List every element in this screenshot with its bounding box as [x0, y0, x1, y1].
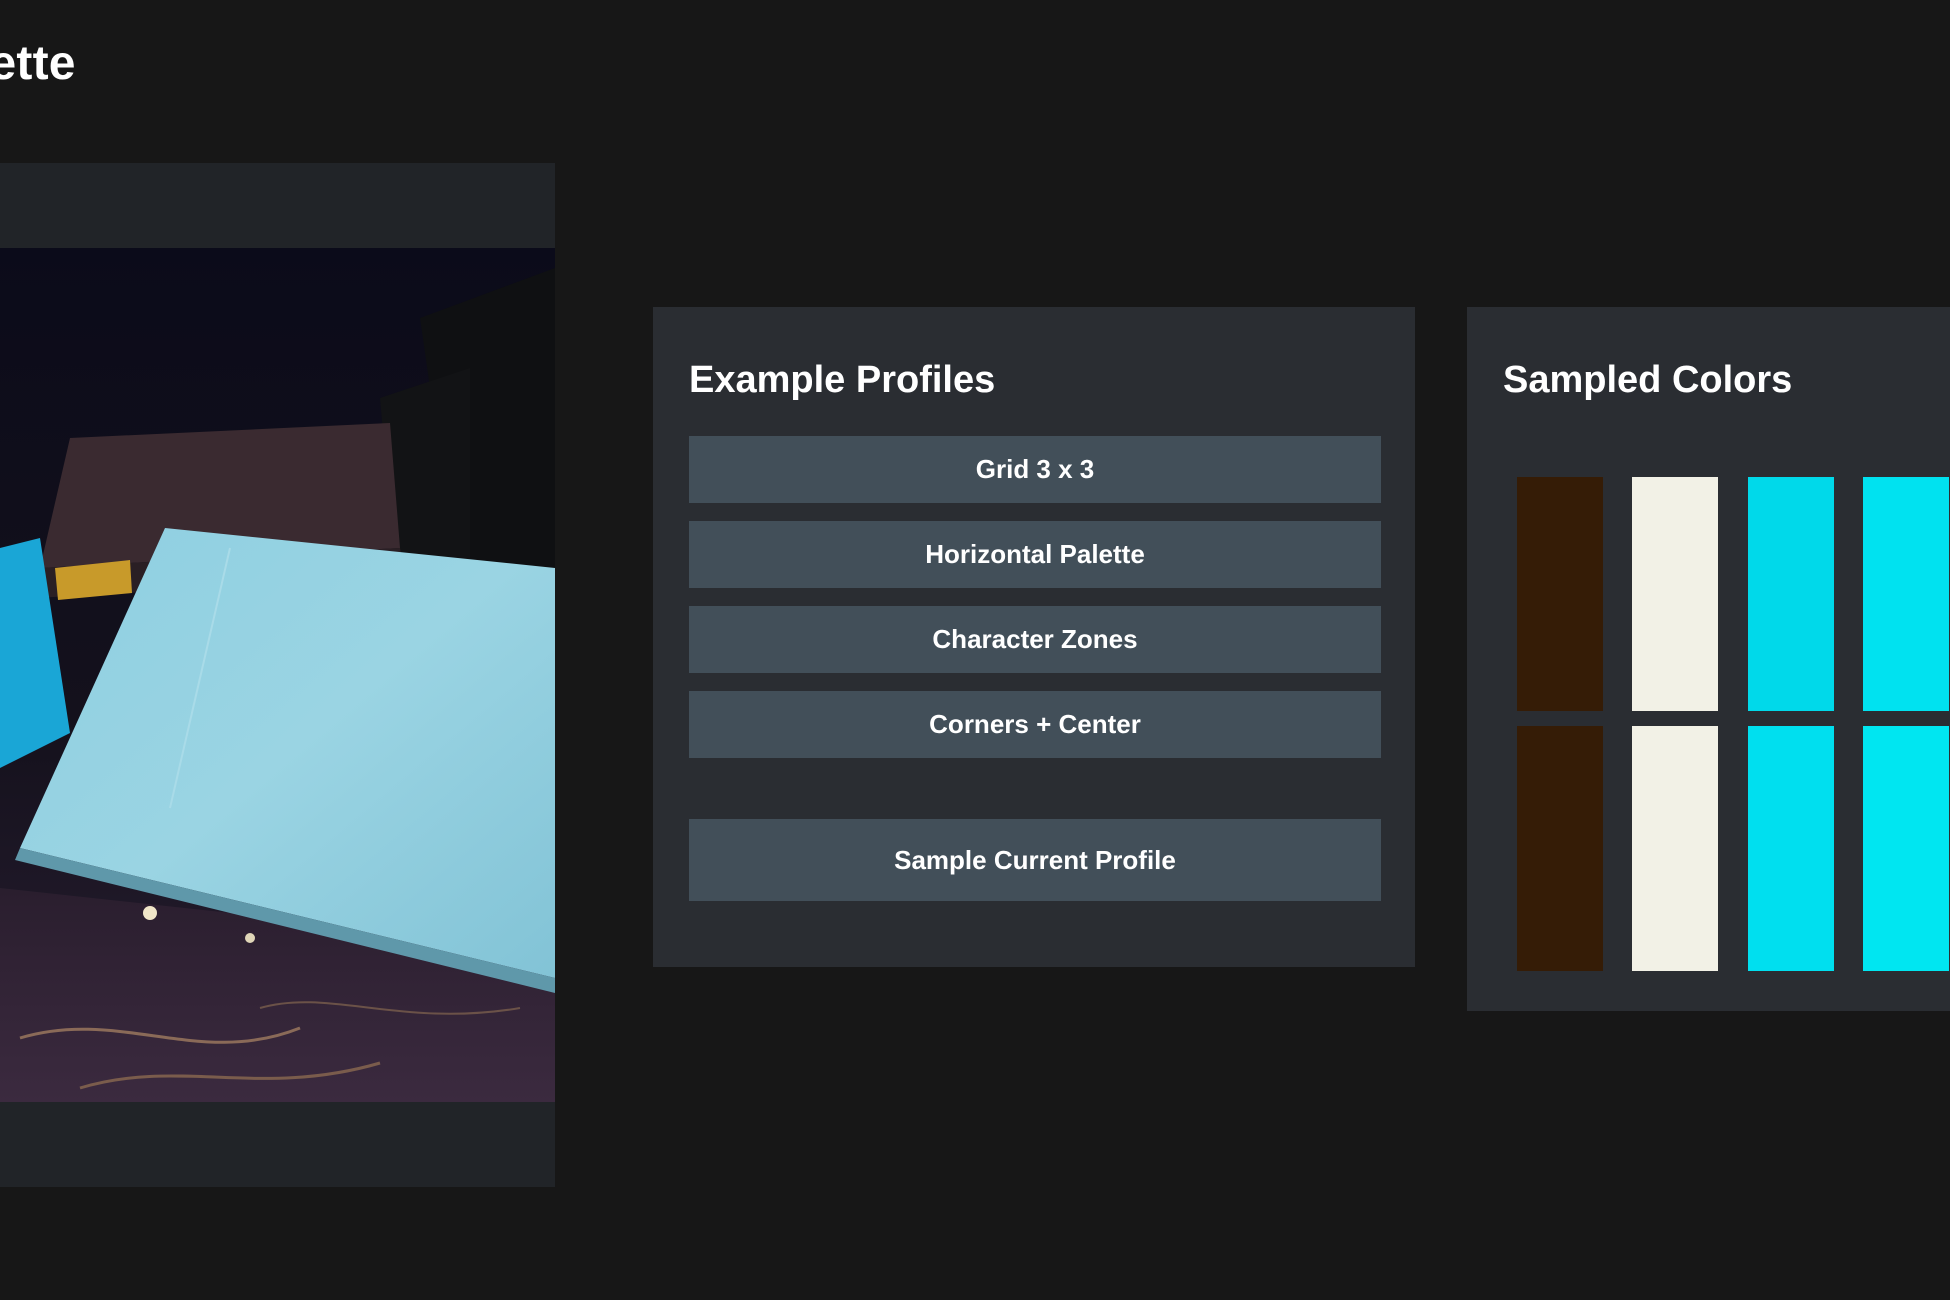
grid-3x3-button[interactable]: Grid 3 x 3 [689, 436, 1381, 503]
color-swatch [1748, 726, 1834, 971]
app-root: lette [0, 0, 1950, 1300]
color-swatch [1517, 726, 1603, 971]
example-profiles-panel: Example Profiles Grid 3 x 3 Horizontal P… [653, 307, 1415, 967]
sampled-colors-panel: Sampled Colors [1467, 307, 1950, 1011]
example-profiles-heading: Example Profiles [689, 359, 996, 401]
horizontal-palette-button[interactable]: Horizontal Palette [689, 521, 1381, 588]
sample-current-profile-button[interactable]: Sample Current Profile [689, 819, 1381, 901]
color-swatch [1748, 477, 1834, 711]
camera-feed-image [0, 248, 555, 1102]
color-swatch [1632, 477, 1718, 711]
color-swatch [1863, 726, 1949, 971]
corners-center-button[interactable]: Corners + Center [689, 691, 1381, 758]
sampled-colors-heading: Sampled Colors [1503, 359, 1793, 401]
color-swatch [1517, 477, 1603, 711]
color-swatch [1632, 726, 1718, 971]
page-title: lette [0, 37, 76, 90]
character-zones-button[interactable]: Character Zones [689, 606, 1381, 673]
camera-panel [0, 163, 555, 1187]
color-swatch [1863, 477, 1949, 711]
